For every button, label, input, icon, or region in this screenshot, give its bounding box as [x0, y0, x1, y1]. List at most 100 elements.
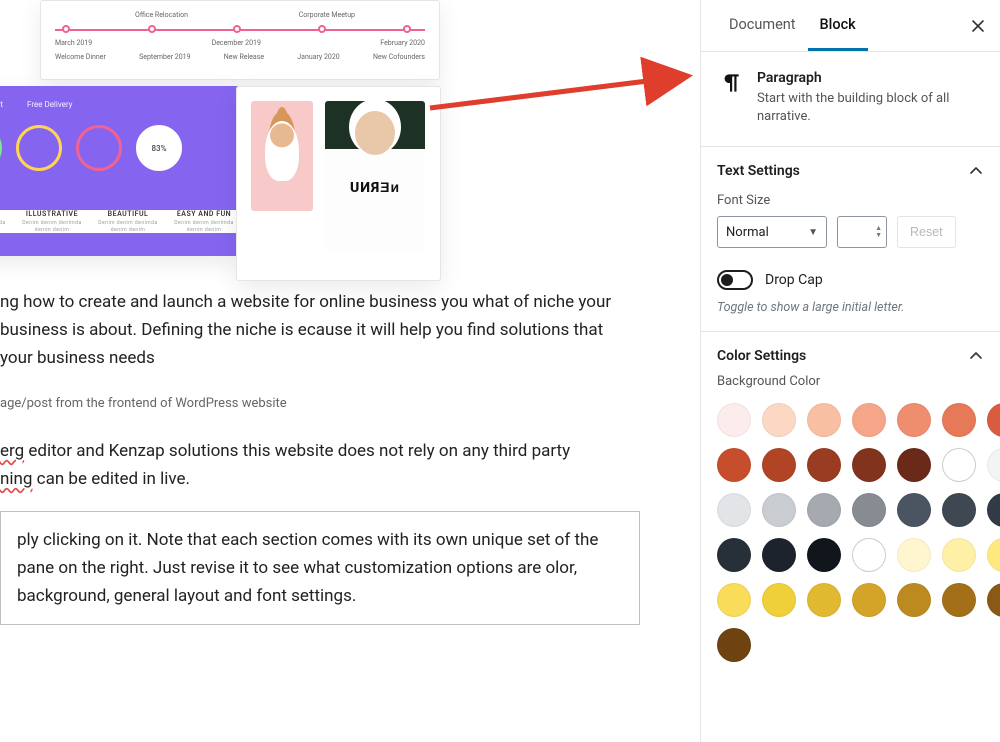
block-title: Paragraph [757, 70, 984, 86]
feature-label: CREATIVEDenim denim denimda denim denim [0, 210, 12, 233]
progress-ring [0, 125, 2, 171]
color-swatch[interactable] [717, 493, 751, 527]
drop-cap-label: Drop Cap [765, 272, 823, 288]
color-swatch[interactable] [897, 538, 931, 572]
preview-card-timeline: Office Relocation Corporate Meetup March… [40, 0, 440, 80]
background-color-label: Background Color [717, 374, 984, 389]
feature-label: EASY AND FUNDenim denim denimda denim de… [168, 210, 240, 233]
caret-down-icon: ▼ [808, 227, 818, 238]
color-swatch[interactable] [717, 628, 751, 662]
paragraph-block[interactable]: erg editor and Kenzap solutions this web… [0, 437, 640, 493]
photo-thumbnail [325, 101, 425, 251]
block-description: Paragraph Start with the building block … [701, 52, 1000, 147]
panel-title: Text Settings [717, 163, 800, 179]
feature-item: 24/7 Support [0, 100, 3, 109]
color-swatch[interactable] [717, 448, 751, 482]
font-size-value: Normal [726, 225, 769, 240]
chevron-up-icon [968, 348, 984, 364]
selected-paragraph-block[interactable]: ply clicking on it. Note that each secti… [0, 511, 640, 625]
color-swatch[interactable] [942, 493, 976, 527]
font-size-number-input[interactable]: ▲▼ [837, 216, 887, 248]
feature-item: Free Delivery [27, 100, 72, 109]
color-swatch[interactable] [987, 448, 1000, 482]
color-swatch[interactable] [762, 448, 796, 482]
panel-text-settings: Text Settings Font Size Normal ▼ ▲▼ Rese… [701, 147, 1000, 332]
stepper-icon: ▲▼ [875, 225, 882, 239]
color-swatch[interactable] [987, 583, 1000, 617]
color-swatch[interactable] [762, 403, 796, 437]
preview-card-photos [236, 86, 441, 281]
color-swatch[interactable] [897, 403, 931, 437]
color-swatch[interactable] [942, 403, 976, 437]
hero-preview: Office Relocation Corporate Meetup March… [0, 0, 700, 280]
color-swatch[interactable] [852, 583, 886, 617]
color-swatch[interactable] [717, 403, 751, 437]
color-swatch[interactable] [762, 583, 796, 617]
feature-label: BEAUTIFULDenim denim denimda denim denim [92, 210, 164, 233]
timeline-sub: January 2020 [297, 53, 339, 61]
color-swatch[interactable] [942, 448, 976, 482]
color-swatch[interactable] [852, 403, 886, 437]
progress-ring [76, 125, 122, 171]
timeline-month: February 2020 [380, 39, 425, 47]
close-icon[interactable] [964, 12, 992, 40]
color-swatch[interactable] [897, 493, 931, 527]
color-swatch-grid [717, 403, 984, 662]
timeline-label: Corporate Meetup [299, 11, 355, 19]
settings-sidebar: Document Block Paragraph Start with the … [700, 0, 1000, 742]
color-swatch[interactable] [762, 538, 796, 572]
tab-block[interactable]: Block [808, 0, 868, 51]
color-swatch[interactable] [852, 538, 886, 572]
tab-document[interactable]: Document [717, 0, 808, 51]
reset-button[interactable]: Reset [897, 216, 956, 248]
preview-card-labels: CREATIVEDenim denim denimda denim denim … [0, 210, 240, 233]
chevron-up-icon [968, 163, 984, 179]
block-subtitle: Start with the building block of all nar… [757, 90, 984, 126]
panel-title: Color Settings [717, 348, 806, 364]
color-swatch[interactable] [762, 493, 796, 527]
font-size-label: Font Size [717, 193, 984, 208]
color-swatch[interactable] [987, 538, 1000, 572]
timeline-sub: New Cofounders [373, 53, 425, 61]
color-swatch[interactable] [717, 583, 751, 617]
color-swatch[interactable] [942, 538, 976, 572]
font-size-select[interactable]: Normal ▼ [717, 216, 827, 248]
progress-ring: 83% [136, 125, 182, 171]
color-swatch[interactable] [852, 493, 886, 527]
annotation-arrow [430, 72, 700, 116]
color-swatch[interactable] [807, 493, 841, 527]
progress-ring [16, 125, 62, 171]
paragraph-icon [717, 70, 743, 96]
sidebar-tabs: Document Block [701, 0, 1000, 52]
timeline-label: Office Relocation [135, 11, 188, 19]
color-swatch[interactable] [852, 448, 886, 482]
timeline-month: March 2019 [55, 39, 92, 47]
timeline-sub: Welcome Dinner [55, 53, 106, 61]
panel-toggle-text-settings[interactable]: Text Settings [717, 163, 984, 179]
spellcheck-mark: erg [0, 441, 24, 461]
paragraph-block[interactable]: ng how to create and launch a website fo… [0, 288, 640, 372]
panel-color-settings: Color Settings Background Color [701, 332, 1000, 688]
drop-cap-toggle[interactable] [717, 270, 753, 290]
color-swatch[interactable] [807, 538, 841, 572]
color-swatch[interactable] [942, 583, 976, 617]
spellcheck-mark: ning [0, 469, 32, 489]
color-swatch[interactable] [807, 403, 841, 437]
timeline-sub: September 2019 [139, 53, 190, 61]
feature-label: ILLUSTRATIVEDenim denim denimda denim de… [16, 210, 88, 233]
color-swatch[interactable] [717, 538, 751, 572]
timeline-line [55, 25, 425, 35]
timeline-sub: New Release [224, 53, 264, 61]
photo-thumbnail [251, 101, 313, 211]
paragraph-text[interactable]: ply clicking on it. Note that each secti… [17, 526, 623, 610]
color-swatch[interactable] [897, 583, 931, 617]
color-swatch[interactable] [987, 403, 1000, 437]
color-swatch[interactable] [807, 583, 841, 617]
color-swatch[interactable] [987, 493, 1000, 527]
editor-canvas[interactable]: Office Relocation Corporate Meetup March… [0, 0, 700, 742]
color-swatch[interactable] [897, 448, 931, 482]
drop-cap-hint: Toggle to show a large initial letter. [717, 300, 984, 315]
color-swatch[interactable] [807, 448, 841, 482]
panel-toggle-color-settings[interactable]: Color Settings [717, 348, 984, 364]
image-caption: age/post from the frontend of WordPress … [0, 396, 700, 411]
